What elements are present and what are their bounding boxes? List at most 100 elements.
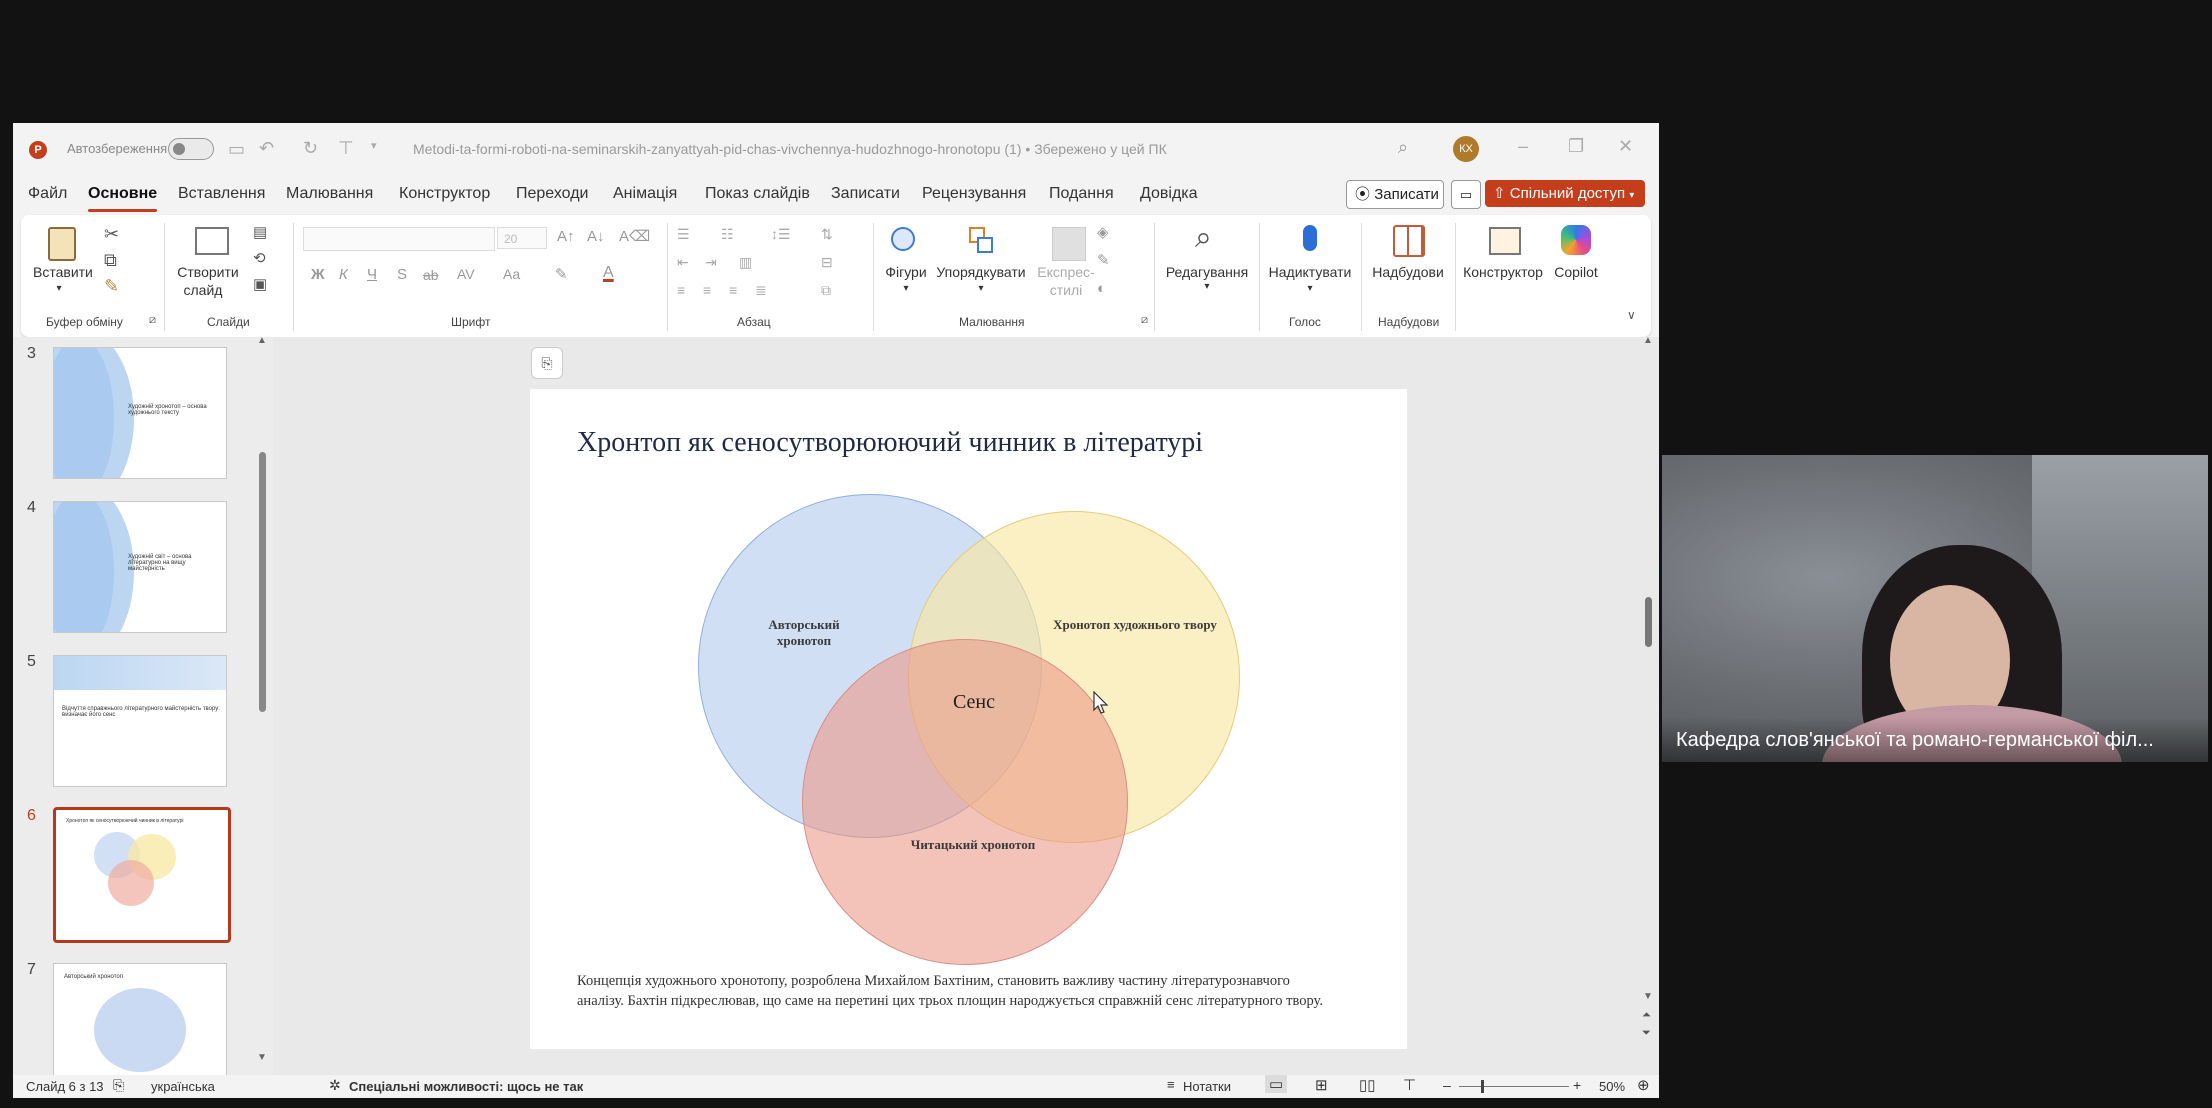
copilot-button[interactable]: Copilot xyxy=(1547,221,1605,307)
scroll-up-icon[interactable]: ▲ xyxy=(257,335,267,346)
numbering-icon[interactable]: ☷ xyxy=(721,227,734,241)
customize-qat-icon[interactable]: ▾ xyxy=(371,141,377,152)
accessibility-status[interactable]: Спеціальні можливості: щось не так xyxy=(349,1079,583,1094)
designer-button[interactable]: Конструктор xyxy=(1461,221,1545,307)
dialog-launcher-icon[interactable]: ⧄ xyxy=(149,315,156,326)
editor-scrollbar[interactable]: ▲ ▼ ⏶ ⏷ xyxy=(1639,335,1657,1075)
align-center-icon[interactable]: ≡ xyxy=(703,283,711,297)
tab-design[interactable]: Конструктор xyxy=(399,185,490,203)
tab-draw[interactable]: Малювання xyxy=(286,185,373,203)
dictate-button[interactable]: Надиктувати ▾ xyxy=(1265,221,1355,307)
section-icon[interactable]: ▣ xyxy=(253,277,267,292)
tab-help[interactable]: Довідка xyxy=(1140,185,1198,203)
copy-icon[interactable]: ⧉ xyxy=(104,251,117,269)
zoom-slider[interactable] xyxy=(1459,1080,1569,1093)
document-title[interactable]: Metodi-ta-formi-roboti-na-seminarskih-za… xyxy=(413,141,1167,157)
restore-icon[interactable]: ❐ xyxy=(1568,137,1584,155)
tab-home[interactable]: Основне xyxy=(88,185,158,212)
minimize-icon[interactable]: – xyxy=(1518,137,1528,155)
reset-icon[interactable]: ⟲ xyxy=(253,251,266,266)
presenter-icon[interactable]: ⊤ xyxy=(338,139,354,157)
highlight-icon[interactable]: ✎ xyxy=(555,267,568,282)
fit-slide-icon[interactable]: ⊕ xyxy=(1637,1076,1650,1094)
format-painter-icon[interactable]: ✎ xyxy=(104,277,119,295)
shapes-button[interactable]: Фігури ▾ xyxy=(881,221,931,307)
dialog-launcher-icon[interactable]: ⧄ xyxy=(1141,315,1148,326)
tab-file[interactable]: Файл xyxy=(28,185,67,203)
collapse-ribbon-icon[interactable]: ∨ xyxy=(1627,309,1636,321)
comments-button[interactable]: ▭ xyxy=(1451,180,1481,209)
close-icon[interactable]: ✕ xyxy=(1618,137,1633,155)
slide-indicator[interactable]: Слайд 6 з 13 xyxy=(26,1079,104,1094)
designer-ideas-button[interactable]: ⎘ xyxy=(531,347,563,379)
shape-fill-icon[interactable]: ◈ xyxy=(1097,225,1109,240)
thumbnails-scrollbar[interactable]: ▲ ▼ xyxy=(255,335,269,1075)
shape-outline-icon[interactable]: ✎ xyxy=(1097,253,1110,268)
tab-review[interactable]: Рецензування xyxy=(922,185,1026,203)
decrease-indent-icon[interactable]: ⇤ xyxy=(677,255,689,269)
decrease-font-icon[interactable]: A↓ xyxy=(587,229,605,244)
italic-button[interactable]: К xyxy=(339,267,348,282)
notes-button[interactable]: Нотатки xyxy=(1183,1079,1231,1094)
autosave-toggle[interactable] xyxy=(168,138,214,160)
tab-slideshow[interactable]: Показ слайдів xyxy=(705,185,810,203)
justify-icon[interactable]: ≣ xyxy=(755,283,767,297)
scroll-down-icon[interactable]: ▼ xyxy=(1643,991,1653,1002)
share-button[interactable]: ⇧ Спільний доступ ▾ xyxy=(1485,180,1645,207)
clear-format-icon[interactable]: A⌫ xyxy=(619,229,650,244)
addins-button[interactable]: Надбудови xyxy=(1367,221,1449,307)
scrollbar-thumb[interactable] xyxy=(1645,597,1652,647)
font-color-icon[interactable]: A xyxy=(603,265,614,281)
underline-button[interactable]: Ч xyxy=(367,267,377,282)
slide-thumbnail[interactable]: Художній світ – основа літературно на ви… xyxy=(53,501,227,633)
slide-thumbnail-selected[interactable]: Хронотоп як сеносутворюючий чинник в літ… xyxy=(53,807,231,943)
tab-insert[interactable]: Вставлення xyxy=(178,185,265,203)
shape-effects-icon[interactable]: ◐ xyxy=(1097,281,1106,296)
slide-body-text[interactable]: Концепція художнього хронотопу, розробле… xyxy=(577,971,1337,1011)
zoom-slider-thumb[interactable] xyxy=(1481,1080,1484,1093)
participant-video[interactable]: Кафедра слов'янської та романо-германськ… xyxy=(1662,455,2208,762)
quick-styles-button[interactable]: Експрес- стилі xyxy=(1031,221,1101,307)
strikethrough-button[interactable]: ab xyxy=(423,268,439,282)
slide-sorter-icon[interactable]: ⊞ xyxy=(1315,1076,1328,1094)
language-indicator[interactable]: українська xyxy=(151,1079,215,1094)
smartart-icon[interactable]: ⧉ xyxy=(821,283,831,297)
venn-circle-reader[interactable] xyxy=(802,639,1128,965)
cut-icon[interactable]: ✂ xyxy=(104,225,119,243)
user-avatar[interactable]: КХ xyxy=(1453,136,1479,162)
new-slide-button[interactable]: Створити слайд xyxy=(173,221,243,307)
increase-indent-icon[interactable]: ⇥ xyxy=(705,255,717,269)
align-text-icon[interactable]: ⊟ xyxy=(821,255,833,269)
zoom-in-icon[interactable]: + xyxy=(1573,1077,1581,1093)
slide-title[interactable]: Хронтоп як сеносутворююючий чинник в літ… xyxy=(577,427,1203,459)
bold-button[interactable]: Ж xyxy=(311,267,325,282)
save-icon[interactable]: ▭ xyxy=(228,140,245,158)
redo-icon[interactable]: ↻ xyxy=(303,139,318,157)
change-case-button[interactable]: Aa xyxy=(503,267,520,281)
font-size-box[interactable]: 20 xyxy=(497,227,547,249)
normal-view-icon[interactable]: ▭ xyxy=(1265,1075,1288,1093)
shadow-button[interactable]: S xyxy=(397,267,407,282)
tab-animations[interactable]: Анімація xyxy=(613,185,677,203)
slide-thumbnail[interactable]: Авторський хронотоп xyxy=(53,963,227,1077)
paste-button[interactable]: Вставити ▾ xyxy=(33,221,93,305)
arrange-button[interactable]: Упорядкувати ▾ xyxy=(933,221,1029,307)
previous-slide-icon[interactable]: ⏶ xyxy=(1642,1009,1651,1022)
reading-view-icon[interactable]: ▯▯ xyxy=(1359,1076,1376,1094)
increase-font-icon[interactable]: A↑ xyxy=(557,229,575,244)
scroll-down-icon[interactable]: ▼ xyxy=(257,1052,267,1063)
align-right-icon[interactable]: ≡ xyxy=(729,283,737,297)
tab-record[interactable]: Записати xyxy=(831,185,900,203)
next-slide-icon[interactable]: ⏷ xyxy=(1642,1027,1651,1040)
bullets-icon[interactable]: ☰ xyxy=(677,227,690,241)
align-left-icon[interactable]: ≡ xyxy=(677,283,685,297)
scrollbar-thumb[interactable] xyxy=(259,452,266,712)
editing-button[interactable]: ⌕ Редагування ▾ xyxy=(1161,221,1253,307)
undo-icon[interactable]: ↶ xyxy=(259,139,274,157)
font-name-box[interactable] xyxy=(303,227,495,251)
spellcheck-icon[interactable]: ⎘ xyxy=(113,1077,124,1094)
slide-thumbnail[interactable]: Відчуття справжнього літературного майст… xyxy=(53,655,227,787)
current-slide[interactable]: Хронтоп як сеносутворююючий чинник в літ… xyxy=(530,389,1407,1049)
tab-transitions[interactable]: Переходи xyxy=(516,185,588,203)
zoom-level[interactable]: 50% xyxy=(1599,1079,1625,1094)
